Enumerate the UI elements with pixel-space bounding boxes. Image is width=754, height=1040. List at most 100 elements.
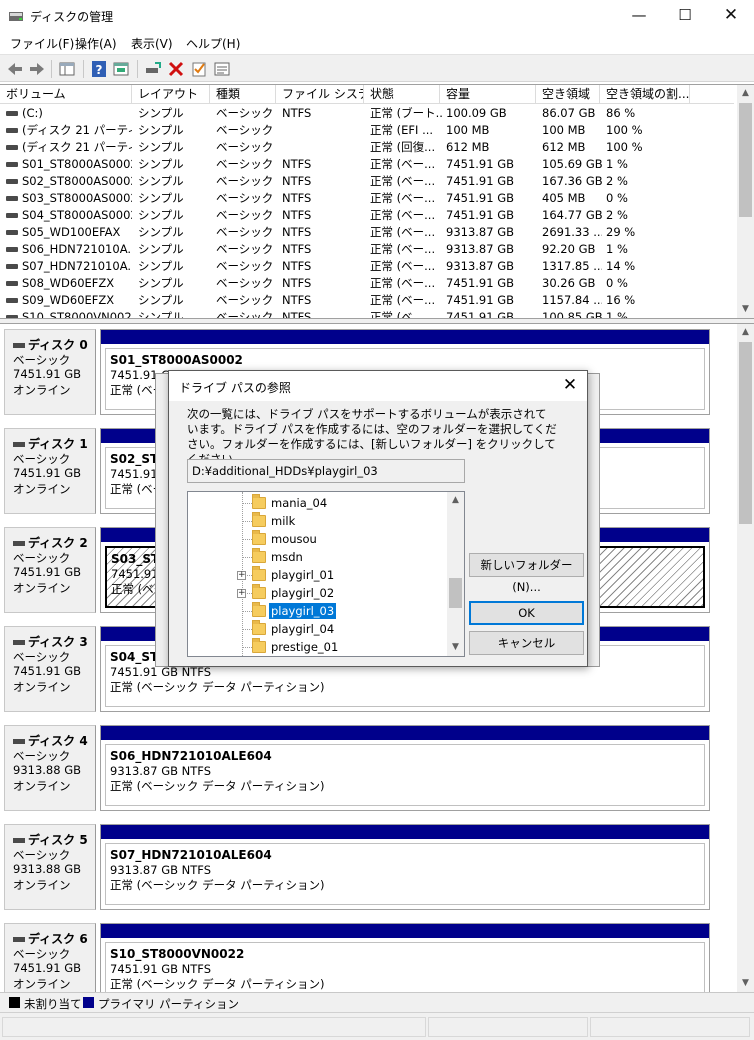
volume-icon (6, 298, 18, 303)
tree-item[interactable]: + playgirl_01 (188, 566, 446, 584)
dialog-close-button[interactable]: ✕ (553, 371, 587, 401)
primary-partition-bar (101, 330, 709, 344)
volume-cell-free-percent: 1 % (606, 157, 628, 171)
back-icon[interactable] (5, 59, 25, 79)
folder-tree-scrollbar[interactable]: ▲ ▼ (447, 492, 464, 656)
properties-icon[interactable] (111, 59, 131, 79)
tree-item[interactable]: prestige_01 (188, 638, 446, 656)
volume-row[interactable]: S10_ST8000VN0022 シンプル ベーシック NTFS 正常 (ベ... 745… (0, 309, 734, 318)
minimize-button[interactable]: — (616, 0, 662, 32)
window-title: ディスクの管理 (30, 10, 114, 24)
volume-row[interactable]: S07_HDN721010A... シンプル ベーシック NTFS 正常 (ベー... 9… (0, 258, 734, 275)
tree-item[interactable]: + playgirl_02 (188, 584, 446, 602)
column-header-type[interactable]: 種類 (210, 85, 276, 104)
volume-cell-capacity: 7451.91 GB (446, 276, 515, 290)
volume-list-scrollbar[interactable]: ▲ ▼ (737, 85, 754, 318)
disk-label[interactable]: ディスク 6 ベーシック 7451.91 GB オンライン (4, 923, 96, 992)
volume-cell-type: ベーシック (216, 191, 274, 205)
volume-row[interactable]: S02_ST8000AS0002 シンプル ベーシック NTFS 正常 (ベー... 74… (0, 173, 734, 190)
volume-row[interactable]: S05_WD100EFAX シンプル ベーシック NTFS 正常 (ベー... 9313.… (0, 224, 734, 241)
volume-cell-filesystem: NTFS (282, 259, 312, 273)
volume-row[interactable]: S09_WD60EFZX シンプル ベーシック NTFS 正常 (ベー... 7451.9… (0, 292, 734, 309)
folder-tree[interactable]: mania_04 milk mousou msdn + playgirl_01 + playg… (187, 491, 465, 657)
scrollbar-thumb[interactable] (739, 342, 752, 524)
folder-icon (252, 638, 266, 653)
scroll-down-arrow-icon[interactable]: ▼ (447, 639, 464, 656)
ok-button[interactable]: OK (469, 601, 584, 625)
volume-list-header: ボリューム レイアウト 種類 ファイル システム 状態 容量 空き領域 空き領域… (0, 85, 734, 104)
menu-help[interactable]: ヘルプ(H) (186, 35, 240, 52)
connect-disk-icon[interactable] (143, 59, 163, 79)
disk-label[interactable]: ディスク 2 ベーシック 7451.91 GB オンライン (4, 527, 96, 613)
cancel-button[interactable]: キャンセル (469, 631, 584, 655)
disk-name: ディスク 1 (13, 435, 88, 452)
disk-label[interactable]: ディスク 0 ベーシック 7451.91 GB オンライン (4, 329, 96, 415)
new-folder-button[interactable]: 新しいフォルダー(N)... (469, 553, 584, 594)
tree-item[interactable]: msdn (188, 548, 446, 566)
scroll-up-arrow-icon[interactable]: ▲ (447, 492, 464, 509)
menu-view[interactable]: 表示(V) (131, 35, 173, 52)
expand-plus-icon[interactable]: + (237, 589, 246, 598)
forward-icon[interactable] (27, 59, 47, 79)
volume-row[interactable]: S06_HDN721010A... シンプル ベーシック NTFS 正常 (ベー... 9… (0, 241, 734, 258)
scroll-down-arrow-icon[interactable]: ▼ (737, 301, 754, 318)
volume-cell-free-percent: 100 % (606, 140, 643, 154)
volume-cell-status: 正常 (EFI ... (370, 123, 434, 137)
disk-label[interactable]: ディスク 4 ベーシック 9313.88 GB オンライン (4, 725, 96, 811)
volume-icon (6, 213, 18, 218)
scroll-down-arrow-icon[interactable]: ▼ (737, 975, 754, 992)
column-header-capacity[interactable]: 容量 (440, 85, 536, 104)
scrollbar-thumb[interactable] (449, 578, 462, 608)
help-icon[interactable]: ? (89, 59, 109, 79)
delete-icon[interactable] (166, 59, 186, 79)
tree-item[interactable]: mania_04 (188, 494, 446, 512)
partition-block[interactable]: S06_HDN721010ALE604 9313.87 GB NTFS 正常 (ベー… (100, 725, 710, 811)
disk-label[interactable]: ディスク 1 ベーシック 7451.91 GB オンライン (4, 428, 96, 514)
volume-cell-volume: S10_ST8000VN0022 (22, 310, 132, 318)
column-header-layout[interactable]: レイアウト (132, 85, 210, 104)
maximize-button[interactable]: ☐ (662, 0, 708, 32)
tree-item[interactable]: milk (188, 512, 446, 530)
volume-row[interactable]: (ディスク 21 パーティ... シンプル ベーシック 正常 (回復... 612 MB… (0, 139, 734, 156)
volume-row[interactable]: S01_ST8000AS0002 シンプル ベーシック NTFS 正常 (ベー... 74… (0, 156, 734, 173)
tree-item-label: playgirl_03 (269, 603, 337, 619)
tree-item[interactable]: playgirl_04 (188, 620, 446, 638)
column-header-free-percent[interactable]: 空き領域の割... (600, 85, 690, 104)
partition-block[interactable]: S07_HDN721010ALE604 9313.87 GB NTFS 正常 (ベー… (100, 824, 710, 910)
settings-icon[interactable] (212, 59, 232, 79)
disk-panel-scrollbar[interactable]: ▲ ▼ (737, 324, 754, 992)
partition-block[interactable]: S10_ST8000VN0022 7451.91 GB NTFS 正常 (ベーシック… (100, 923, 710, 992)
console-tree-icon[interactable] (57, 59, 77, 79)
volume-cell-volume: (ディスク 21 パーティ... (22, 123, 132, 137)
tree-item-label: mania_04 (271, 496, 328, 510)
disk-type: ベーシック (13, 452, 71, 466)
column-header-status[interactable]: 状態 (364, 85, 440, 104)
menu-action[interactable]: 操作(A) (75, 35, 117, 52)
volume-row[interactable]: (C:) シンプル ベーシック NTFS 正常 (ブート... 100.09 GB 86.0… (0, 105, 734, 122)
tree-item[interactable]: mousou (188, 530, 446, 548)
volume-row[interactable]: S08_WD60EFZX シンプル ベーシック NTFS 正常 (ベー... 7451.9… (0, 275, 734, 292)
scrollbar-thumb[interactable] (739, 103, 752, 217)
column-header-filesystem[interactable]: ファイル システム (276, 85, 364, 104)
legend-unallocated: 未割り当て (24, 997, 82, 1011)
disk-label[interactable]: ディスク 5 ベーシック 9313.88 GB オンライン (4, 824, 96, 910)
column-header-volume[interactable]: ボリューム (0, 85, 132, 104)
scroll-up-arrow-icon[interactable]: ▲ (737, 85, 754, 102)
close-button[interactable]: ✕ (708, 0, 754, 32)
disk-label[interactable]: ディスク 3 ベーシック 7451.91 GB オンライン (4, 626, 96, 712)
volume-cell-capacity: 7451.91 GB (446, 157, 515, 171)
menu-file[interactable]: ファイル(F) (10, 35, 74, 52)
partition-info[interactable]: S10_ST8000VN0022 7451.91 GB NTFS 正常 (ベーシック… (105, 942, 705, 992)
check-icon[interactable] (189, 59, 209, 79)
partition-info[interactable]: S06_HDN721010ALE604 9313.87 GB NTFS 正常 (ベー… (105, 744, 705, 806)
scroll-up-arrow-icon[interactable]: ▲ (737, 324, 754, 341)
volume-row[interactable]: (ディスク 21 パーティ... シンプル ベーシック 正常 (EFI ... 100 … (0, 122, 734, 139)
volume-row[interactable]: S04_ST8000AS0002 シンプル ベーシック NTFS 正常 (ベー... 74… (0, 207, 734, 224)
column-header-free-space[interactable]: 空き領域 (536, 85, 600, 104)
volume-cell-capacity: 612 MB (446, 140, 490, 154)
tree-item[interactable]: playgirl_03 (188, 602, 446, 620)
partition-info[interactable]: S07_HDN721010ALE604 9313.87 GB NTFS 正常 (ベー… (105, 843, 705, 905)
volume-row[interactable]: S03_ST8000AS0002 シンプル ベーシック NTFS 正常 (ベー... 74… (0, 190, 734, 207)
volume-cell-capacity: 7451.91 GB (446, 293, 515, 307)
expand-plus-icon[interactable]: + (237, 571, 246, 580)
